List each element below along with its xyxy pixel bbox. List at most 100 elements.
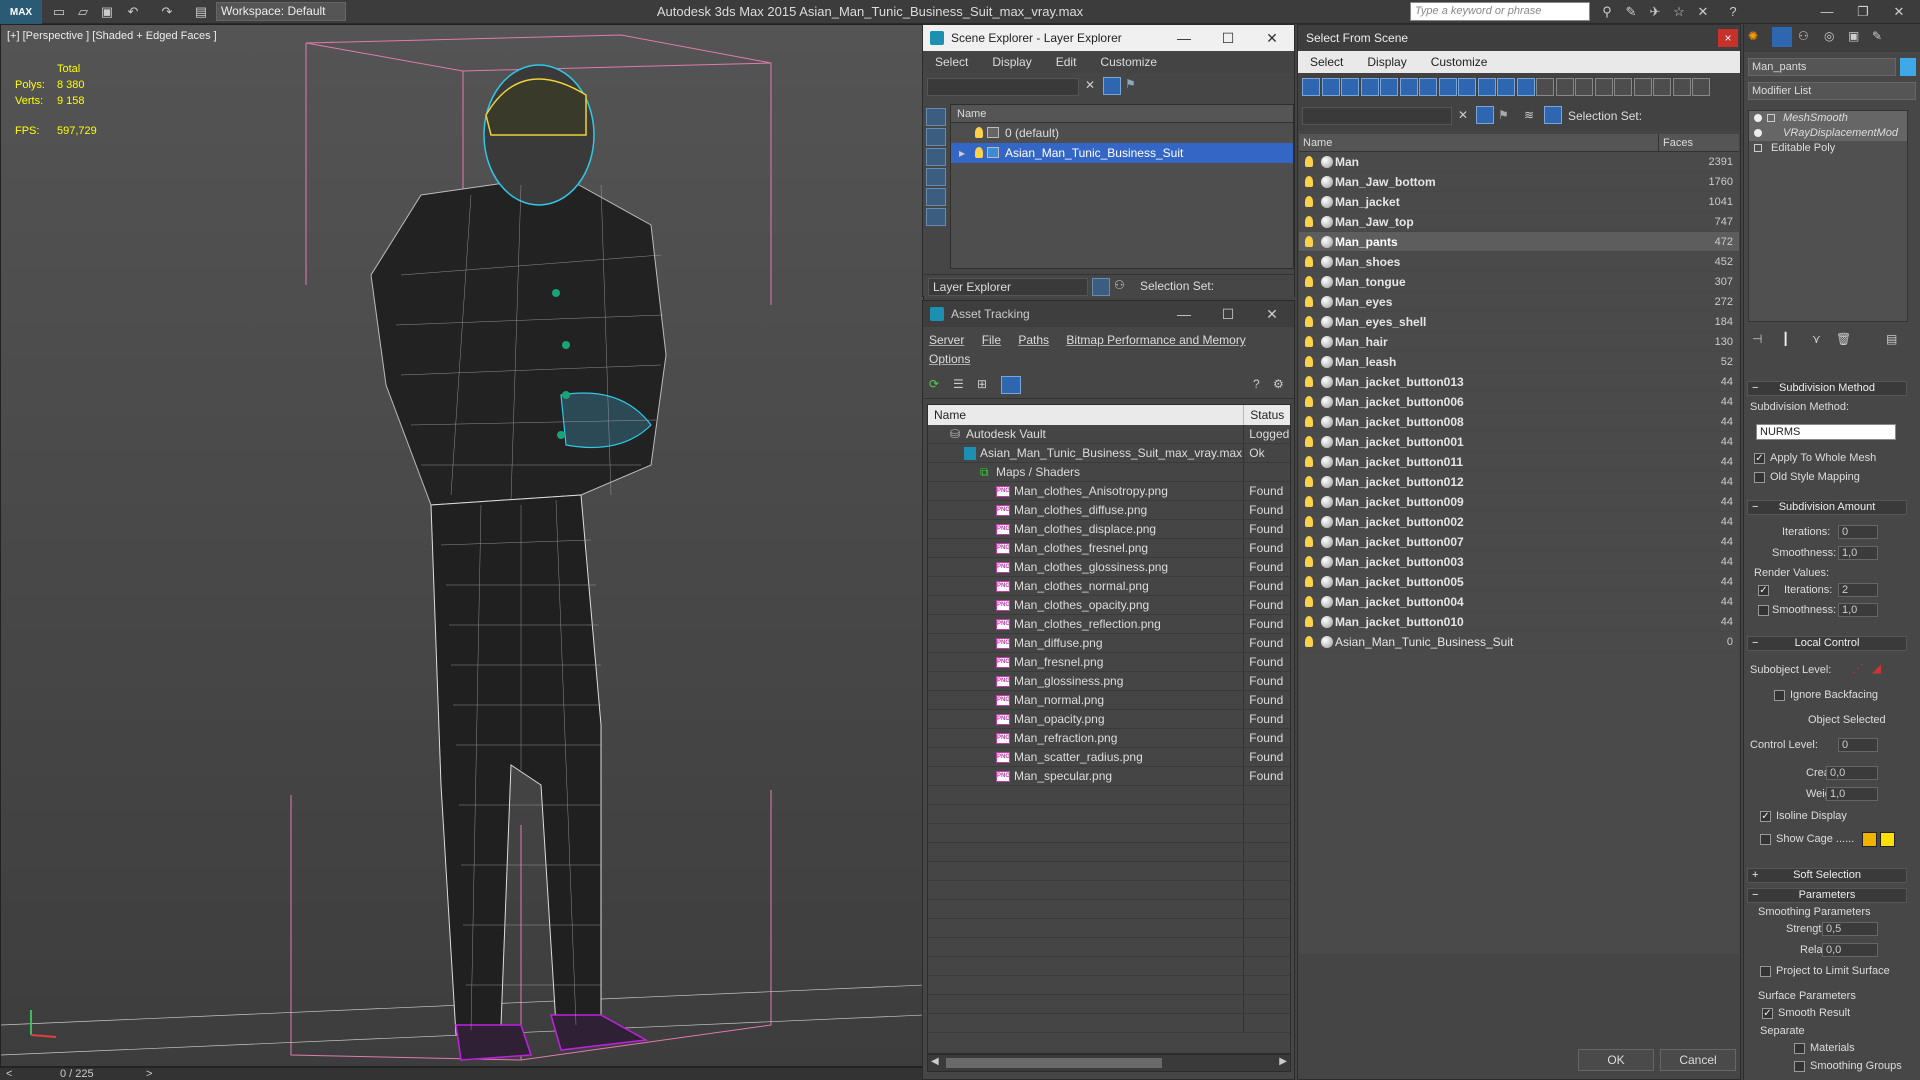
display-helpers-icon[interactable] — [926, 188, 946, 206]
status-column-header[interactable]: Status — [1244, 405, 1290, 425]
lightbulb-icon[interactable] — [1305, 316, 1313, 327]
find-input[interactable] — [927, 78, 1079, 96]
object-row[interactable]: Man_jacket_button005 44 — [1299, 572, 1739, 592]
table-row[interactable]: PNG Man_specular.png Found — [928, 767, 1290, 786]
menu-edit[interactable]: Edit — [1044, 51, 1089, 73]
help-icon[interactable]: ? — [1253, 377, 1260, 391]
lightbulb-icon[interactable] — [1305, 296, 1313, 307]
eye-icon[interactable] — [1754, 114, 1762, 122]
menu-server[interactable]: Server — [929, 333, 964, 347]
soft-selection-rollout[interactable]: + Soft Selection — [1747, 868, 1907, 883]
asset-tracking-titlebar[interactable]: Asset Tracking — ☐ ✕ — [923, 301, 1294, 327]
lightbulb-icon[interactable] — [1305, 356, 1313, 367]
lightbulb-icon[interactable] — [1305, 456, 1313, 467]
object-row[interactable]: Man_jacket_button013 44 — [1299, 372, 1739, 392]
materials-checkbox[interactable] — [1794, 1043, 1805, 1054]
render-iterations-spinner[interactable]: 2 — [1838, 583, 1878, 597]
scroll-right-icon[interactable]: ▶ — [1279, 1056, 1287, 1067]
tree-icon[interactable]: ⊞ — [977, 377, 987, 391]
table-row[interactable]: PNG Man_fresnel.png Found — [928, 653, 1290, 672]
menu-display[interactable]: Display — [980, 51, 1043, 73]
lightbulb-icon[interactable] — [1305, 536, 1313, 547]
layers-icon[interactable]: ≋ — [1524, 108, 1534, 122]
object-row[interactable]: Man_jacket_button003 44 — [1299, 552, 1739, 572]
filter-cameras-icon[interactable] — [1360, 78, 1379, 96]
object-row[interactable]: Man_leash 52 — [1299, 352, 1739, 372]
hierarchy-tab-icon[interactable]: ⚇ — [1798, 29, 1809, 43]
filter-containers-icon[interactable] — [1477, 78, 1496, 96]
maximize-icon[interactable]: ☐ — [1206, 301, 1250, 327]
layer-name-column[interactable]: Name — [951, 105, 1293, 123]
search-input[interactable]: Type a keyword or phrase — [1410, 2, 1590, 21]
filter-sort-icon[interactable] — [1672, 78, 1691, 96]
table-row[interactable]: PNG Man_refraction.png Found — [928, 729, 1290, 748]
undo-icon[interactable]: ↶ — [124, 3, 142, 21]
next-frame-icon[interactable]: > — [146, 1068, 152, 1080]
lightbulb-icon[interactable] — [1305, 616, 1313, 627]
horizontal-scrollbar[interactable]: ◀ ▶ — [927, 1054, 1291, 1072]
menu-select[interactable]: Select — [923, 51, 980, 73]
table-row[interactable]: PNG Man_glossiness.png Found — [928, 672, 1290, 691]
filter-select-invert-icon[interactable] — [1633, 78, 1652, 96]
render-iterations-checkbox[interactable]: ✓ — [1758, 585, 1769, 596]
table-row[interactable]: PNG Man_clothes_glossiness.png Found — [928, 558, 1290, 577]
modifier-list-dropdown[interactable]: Modifier List — [1748, 82, 1916, 100]
filter-xrefs-icon[interactable] — [1438, 78, 1457, 96]
filter-lights-icon[interactable] — [1341, 78, 1359, 96]
object-row[interactable]: Man_Jaw_top 747 — [1299, 212, 1739, 232]
clear-icon[interactable]: ✕ — [1085, 78, 1095, 92]
redo-icon[interactable]: ↷ — [158, 3, 176, 21]
lightbulb-icon[interactable] — [975, 127, 983, 138]
smoothness-spinner[interactable]: 1,0 — [1838, 546, 1878, 560]
lightbulb-icon[interactable] — [1305, 336, 1313, 347]
object-row[interactable]: Man_eyes 272 — [1299, 292, 1739, 312]
object-row[interactable]: Man_pants 472 — [1299, 232, 1739, 252]
menu-customize[interactable]: Customize — [1419, 51, 1500, 73]
smoothing-groups-checkbox[interactable] — [1794, 1061, 1805, 1072]
lightbulb-icon[interactable] — [1305, 436, 1313, 447]
filter-select-all-icon[interactable] — [1594, 78, 1613, 96]
list-icon[interactable]: ☰ — [953, 377, 964, 391]
explorer-type-dropdown[interactable]: Layer Explorer — [928, 278, 1088, 296]
table-row[interactable]: PNG Man_diffuse.png Found — [928, 634, 1290, 653]
render-smoothness-checkbox[interactable] — [1758, 605, 1769, 616]
close-icon[interactable]: ✕ — [1250, 25, 1294, 51]
perspective-viewport[interactable]: [+] [Perspective ] [Shaded + Edged Faces… — [0, 24, 924, 1067]
object-row[interactable]: Man_jacket_button002 44 — [1299, 512, 1739, 532]
local-control-rollout[interactable]: − Local Control — [1747, 636, 1907, 651]
table-row[interactable]: PNG Man_opacity.png Found — [928, 710, 1290, 729]
expand-arrow-icon[interactable]: ▸ — [959, 143, 965, 163]
object-row[interactable]: Man_jacket_button012 44 — [1299, 472, 1739, 492]
object-row[interactable]: Man_Jaw_bottom 1760 — [1299, 172, 1739, 192]
hierarchy-icon[interactable]: ⚇ — [1114, 278, 1125, 292]
configure-sets-icon[interactable]: ▤ — [1886, 332, 1897, 346]
filter-display-all-icon[interactable] — [1536, 78, 1554, 96]
object-row[interactable]: Asian_Man_Tunic_Business_Suit 0 — [1299, 632, 1739, 652]
maximize-icon[interactable]: ❐ — [1846, 0, 1880, 24]
workspace-dropdown[interactable]: Workspace: Default — [216, 2, 346, 21]
object-row[interactable]: Man_jacket_button004 44 — [1299, 592, 1739, 612]
object-row[interactable]: Man_jacket_button008 44 — [1299, 412, 1739, 432]
open-file-icon[interactable]: ▱ — [74, 3, 92, 21]
strength-spinner[interactable]: 0,5 — [1822, 922, 1878, 936]
menu-paths[interactable]: Paths — [1018, 333, 1049, 347]
scroll-left-icon[interactable]: ◀ — [931, 1056, 939, 1067]
isoline-display-checkbox[interactable]: ✓ — [1760, 811, 1771, 822]
stack-item-meshsmooth[interactable]: MeshSmooth — [1749, 111, 1907, 126]
star-icon[interactable]: ☆ — [1670, 3, 1688, 21]
lightbulb-icon[interactable] — [1305, 216, 1313, 227]
object-row[interactable]: Man_jacket_button007 44 — [1299, 532, 1739, 552]
scene-explorer-titlebar[interactable]: Scene Explorer - Layer Explorer — ☐ ✕ — [923, 25, 1294, 51]
object-row[interactable]: Man_jacket_button010 44 — [1299, 612, 1739, 632]
menu-file[interactable]: File — [982, 333, 1001, 347]
hierarchy-icon[interactable] — [1544, 106, 1562, 124]
project-limit-checkbox[interactable] — [1760, 966, 1771, 977]
weight-spinner[interactable]: 1,0 — [1826, 787, 1878, 801]
show-cage-checkbox[interactable] — [1760, 834, 1771, 845]
object-row[interactable]: Man_eyes_shell 184 — [1299, 312, 1739, 332]
render-smoothness-spinner[interactable]: 1,0 — [1838, 603, 1878, 617]
subscription-icon[interactable]: ✈ — [1646, 3, 1664, 21]
lightbulb-icon[interactable] — [1305, 556, 1313, 567]
layer-row-default[interactable]: 0 (default) — [951, 123, 1293, 143]
filter-invert-icon[interactable] — [1575, 78, 1593, 96]
